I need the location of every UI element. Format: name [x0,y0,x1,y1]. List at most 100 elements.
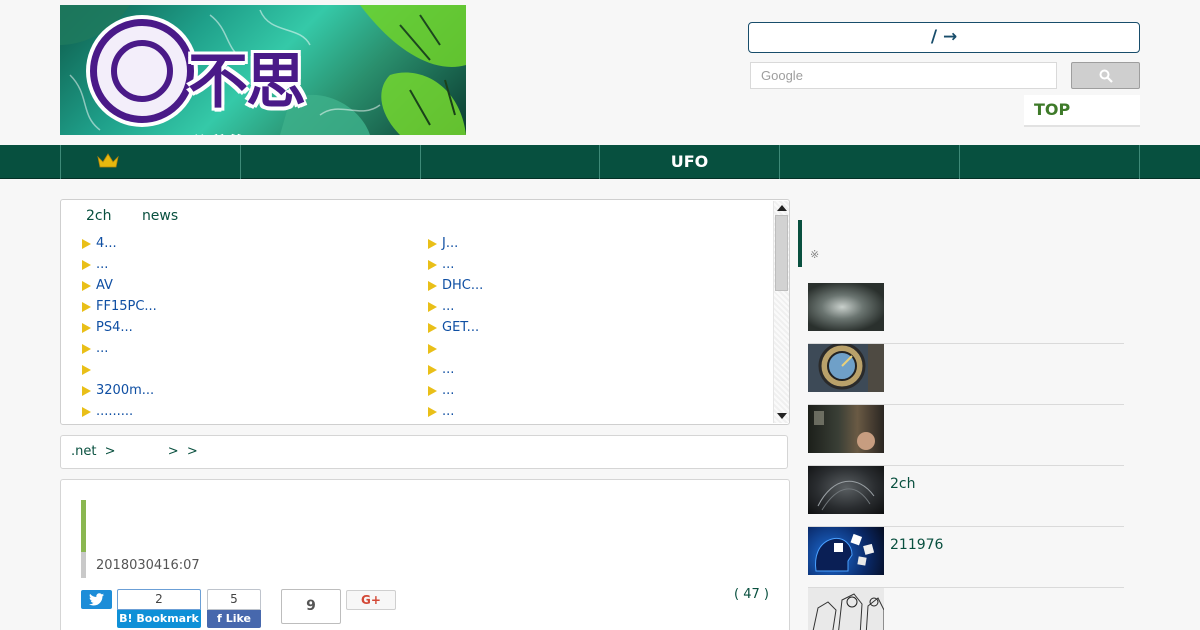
article-date: 2018030416:07 [96,558,200,573]
news-item[interactable]: ... [82,256,157,277]
nav-item-3[interactable] [420,145,600,179]
twitter-share-button[interactable] [81,590,112,609]
sidebar-article[interactable] [808,283,1124,344]
main-nav: UFO [0,145,1200,179]
arrow-icon [82,323,91,333]
news-item[interactable]: ... [82,340,157,361]
top-link[interactable]: TOP [1024,95,1140,127]
logo-emblem [90,19,194,123]
nav-item-ranking[interactable] [60,145,240,179]
sidebar-article[interactable]: 211976 [808,527,1124,588]
hatena-bookmark-button[interactable]: 2 B! Bookmark [117,589,201,629]
puzzle-head-image [815,533,875,572]
arrow-icon [82,302,91,312]
nav-item-6[interactable] [959,145,1139,179]
news-item[interactable]: 4... [82,235,157,256]
facebook-label: f Like [207,610,261,628]
scroll-thumb[interactable] [775,215,788,291]
hatena-count: 2 [117,589,201,610]
manga-image [812,593,884,630]
breadcrumb: .net > > > [60,435,788,469]
language-switch-button[interactable]: / → [748,22,1140,53]
search-input[interactable]: Google [750,62,1057,89]
news-item[interactable]: DHC... [428,277,483,298]
article-thumbnail[interactable] [808,344,884,392]
sidebar-article-title[interactable]: 2ch [890,476,915,492]
clock-image [818,344,884,392]
nav-item-ufo[interactable]: UFO [599,145,779,179]
arrow-icon [428,386,437,396]
news-item[interactable]: GET... [428,319,483,340]
arrow-icon [428,302,437,312]
arrow-icon [428,260,437,270]
article-thumbnail[interactable] [808,466,884,514]
nav-item-5[interactable] [779,145,959,179]
scroll-up-icon[interactable] [777,205,787,211]
arrow-icon [82,386,91,396]
arrow-icon [428,239,437,249]
nav-divider-end [1139,145,1200,179]
scroll-down-icon[interactable] [777,413,787,419]
sidebar-article[interactable]: 2ch [808,466,1124,527]
news-item[interactable]: ... [428,403,483,424]
news-tab-2ch[interactable]: 2ch [86,208,111,224]
arrow-icon [82,407,91,417]
arrow-icon [82,344,91,354]
news-item[interactable] [82,361,157,382]
arrow-icon [82,365,91,375]
arrow-icon [82,260,91,270]
news-item[interactable]: ......... [82,403,157,424]
news-item[interactable]: FF15PC... [82,298,157,319]
comment-count[interactable]: ( 47 ) [734,587,769,602]
arrow-icon [428,407,437,417]
news-list-right: J... ... DHC... ... GET... ... ... ... [428,235,483,424]
google-plus-button[interactable]: G+ [346,590,396,610]
arrow-icon [82,239,91,249]
facebook-like-button[interactable]: 5 f Like [207,589,261,629]
facebook-f-icon: f [217,612,222,625]
news-item[interactable]: ... [428,361,483,382]
arrow-icon [428,323,437,333]
title-accent-bar [81,500,86,552]
breadcrumb-separator: > [104,444,116,459]
nav-item-2[interactable] [240,145,420,179]
news-item[interactable] [428,340,483,361]
breadcrumb-home[interactable]: .net [71,444,96,459]
article-thumbnail[interactable] [808,283,884,331]
news-item[interactable]: ... [428,298,483,319]
sidebar-article[interactable] [808,344,1124,405]
search-bar: Google [750,62,1140,89]
news-item[interactable]: AV [82,277,157,298]
news-item[interactable]: 3200m... [82,382,157,403]
abstract-image [817,480,875,511]
crown-icon [97,153,119,168]
sidebar-note: ※ [810,248,820,261]
sidebar-heading-bar [798,220,802,267]
sidebar-article-title[interactable]: 211976 [890,537,943,553]
pocket-button[interactable]: 9 [281,589,341,624]
arrow-icon [82,281,91,291]
news-scrollbar[interactable] [773,201,789,423]
twitter-icon [89,593,104,606]
sidebar-article[interactable] [808,405,1124,466]
breadcrumb-separator: > [186,444,198,459]
search-button[interactable] [1071,62,1140,89]
article-thumbnail[interactable] [808,588,884,630]
news-item[interactable]: ... [428,256,483,277]
sidebar-article[interactable] [808,588,1124,630]
news-item[interactable]: PS4... [82,319,157,340]
site-logo[interactable]: 不思議.NET [60,5,466,135]
news-item[interactable]: J... [428,235,483,256]
arrow-icon [428,281,437,291]
article-thumbnail[interactable] [808,527,884,575]
hatena-label: B! Bookmark [117,610,201,628]
news-tabs: 2ch news [86,208,204,224]
photo-image [814,411,875,450]
news-tab-news[interactable]: news [142,208,178,224]
news-item[interactable]: ... [428,382,483,403]
arrow-icon [428,344,437,354]
article-thumbnail[interactable] [808,405,884,453]
date-accent-bar [81,552,86,578]
facebook-count: 5 [207,589,261,610]
hatena-b-icon: B! [119,612,133,625]
